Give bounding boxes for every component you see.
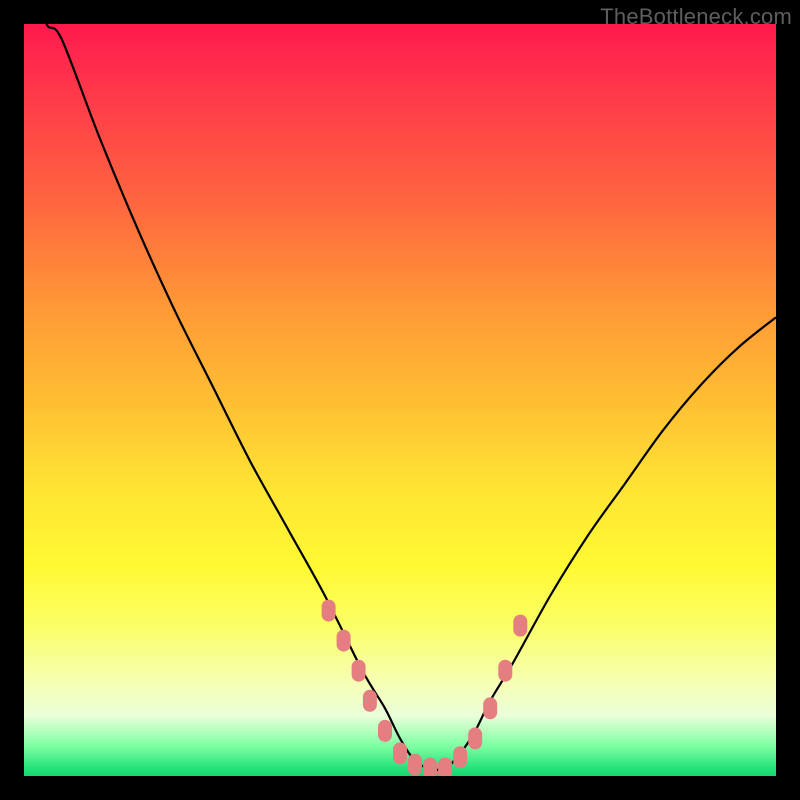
curve-marker (337, 630, 351, 652)
curve-layer (24, 24, 776, 776)
curve-marker (378, 720, 392, 742)
curve-marker (513, 615, 527, 637)
bottleneck-curve (39, 24, 776, 770)
curve-marker (393, 742, 407, 764)
plot-area (24, 24, 776, 776)
curve-marker (438, 758, 452, 777)
curve-marker (322, 600, 336, 622)
curve-marker (468, 727, 482, 749)
curve-marker (352, 660, 366, 682)
curve-marker (363, 690, 377, 712)
curve-marker (483, 697, 497, 719)
chart-frame: TheBottleneck.com (0, 0, 800, 800)
watermark-text: TheBottleneck.com (600, 4, 792, 30)
curve-marker (423, 758, 437, 777)
curve-marker (453, 746, 467, 768)
curve-marker (498, 660, 512, 682)
marker-group (322, 600, 528, 776)
curve-marker (408, 754, 422, 776)
